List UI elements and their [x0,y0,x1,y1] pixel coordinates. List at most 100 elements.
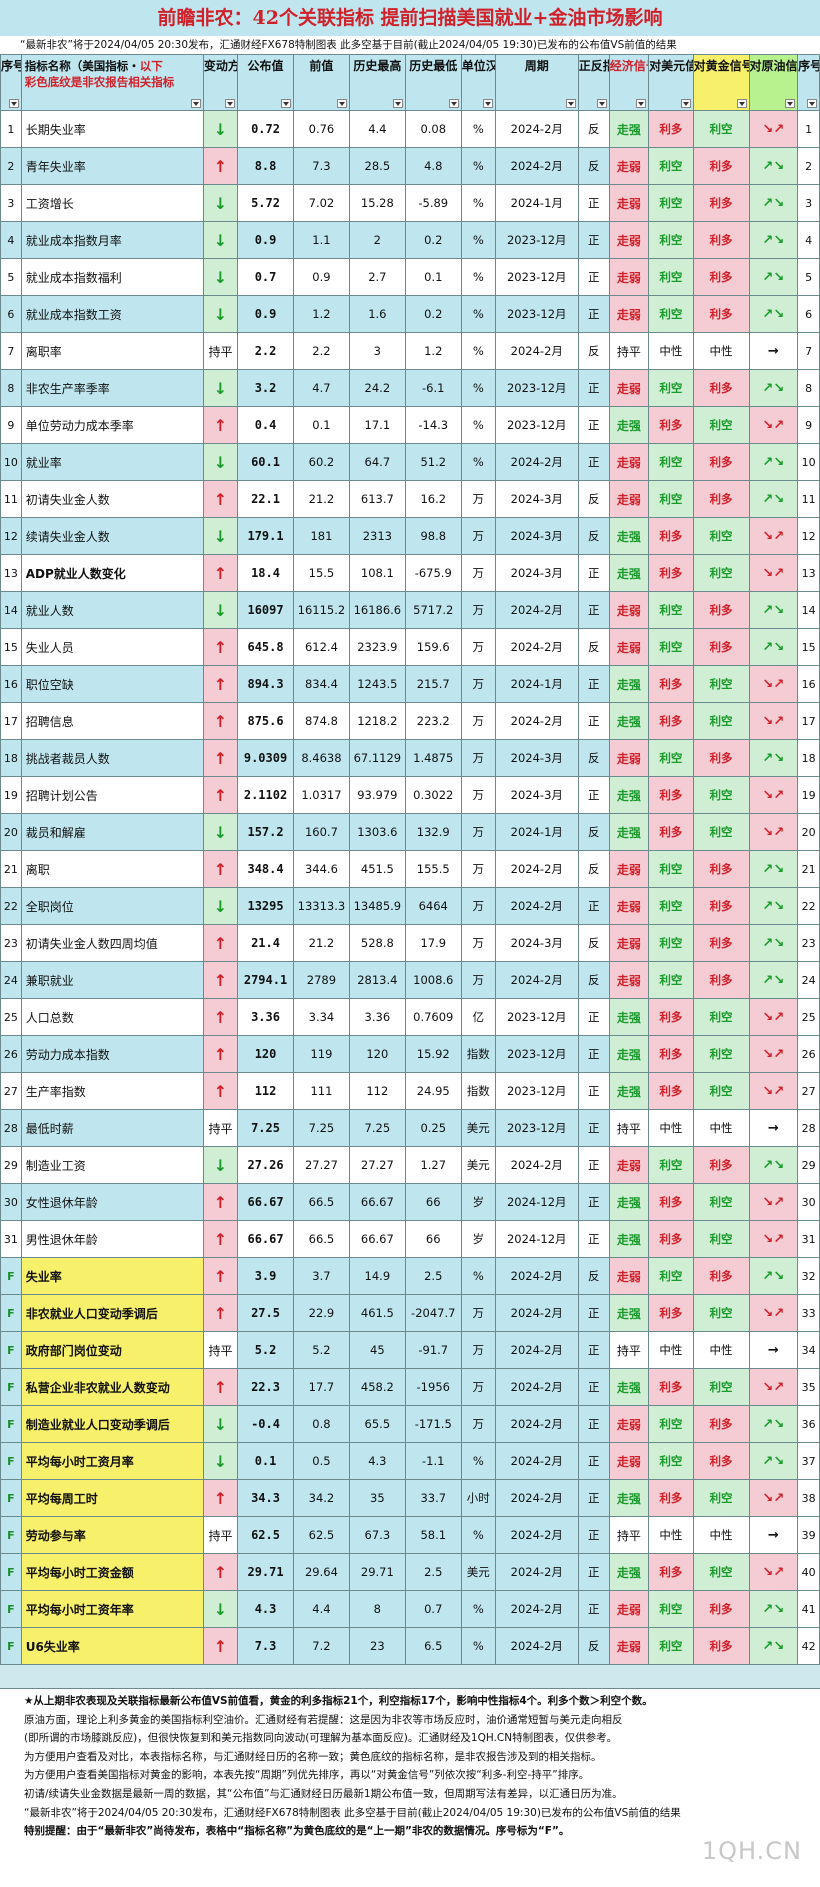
gold-signal-cell: 利空 [692,1220,750,1258]
row-number-cell: F [0,1516,22,1554]
usd-signal-cell: 利空 [648,1405,694,1443]
econ-signal-cell: 走强 [608,813,650,851]
oil-signal-cell: ↘↗ [748,1553,799,1591]
direction-cell: ↑ [202,1368,239,1406]
filter-dropdown-icon[interactable] [448,99,459,108]
filter-dropdown-icon[interactable] [280,99,291,108]
filter-dropdown-icon[interactable] [565,99,576,108]
previous-value-cell: 2789 [292,961,350,999]
period-cell: 2023-12月 [494,295,579,333]
direction-cell: ↑ [202,776,239,814]
table-row: 27 生产率指数 ↑ 112 111 112 24.95 指数 2023-12月正走强 利多 利空 ↘… [0,1072,820,1110]
row-number-right-cell: 36 [797,1405,820,1443]
history-low-cell: 1008.6 [404,961,462,999]
econ-signal-cell: 走强 [608,1479,650,1517]
sign-cell: 正 [577,1183,610,1221]
gold-signal-cell: 利多 [692,887,750,925]
filter-dropdown-icon[interactable] [807,99,817,108]
header-no[interactable]: 序号 [0,54,22,111]
note-line: 原油方面，理论上利多黄金的美国指标利空油价。汇通财经有若提醒：这是因为非农等市场… [24,1713,623,1726]
econ-signal-cell: 走弱 [608,369,650,407]
filter-dropdown-icon[interactable] [482,99,493,108]
previous-value-cell: 13313.3 [292,887,350,925]
history-high-cell: 451.5 [348,850,406,888]
period-cell: 2023-12月 [494,1072,579,1110]
oil-signal-cell: ↗↘ [748,887,799,925]
sign-cell: 反 [577,850,610,888]
gold-signal-cell: 中性 [692,1516,750,1554]
header-name[interactable]: 指标名称（美国指标・以下 彩色底纹是非农报告相关指标 [20,54,204,111]
unit-cell: % [460,1627,496,1665]
filter-dropdown-icon[interactable] [785,99,796,108]
unit-cell: 万 [460,1368,496,1406]
header-unit[interactable]: 单位汉化 [460,54,496,111]
table-row: F 私营企业非农就业人数变动 ↑ 22.3 17.7 458.2 -1956 万 2024-2月… [0,1368,820,1406]
header-direction[interactable]: 变动方向 [202,54,239,111]
header-sign[interactable]: 正反指标 [577,54,610,111]
note-line: (即所谓的市场膝跳反应)，但很快恢复到和美元指数同向波动(可理解为基本面反应)。… [24,1732,618,1745]
note-line: 特别提醒：由于“最新非农”尚待发布，表格中“指标名称”为黄色底纹的是“上一期”非… [24,1825,570,1838]
unit-cell: 万 [460,776,496,814]
history-low-cell: 1.2 [404,332,462,370]
actual-value-cell: -0.4 [237,1405,294,1443]
table-row: 29 制造业工资 ↓ 27.26 27.27 27.27 1.27 美元 2024-2月正走弱利… [0,1146,820,1184]
header-hist-low[interactable]: 历史最低 [404,54,462,111]
header-usd[interactable]: 对美元信号 [648,54,694,111]
filter-dropdown-icon[interactable] [680,99,691,108]
history-high-cell: 45 [348,1331,406,1369]
previous-value-cell: 17.7 [292,1368,350,1406]
header-no-right[interactable]: 序号 [797,54,820,111]
actual-value-cell: 27.26 [237,1146,294,1184]
header-econ[interactable]: 经济信号 [608,54,650,111]
direction-cell: ↑ [202,406,239,444]
sign-cell: 正 [577,1220,610,1258]
previous-value-cell: 5.2 [292,1331,350,1369]
filter-dropdown-icon[interactable] [596,99,607,108]
row-number-cell: F [0,1442,22,1480]
sign-cell: 正 [577,1109,610,1147]
history-high-cell: 3.36 [348,998,406,1036]
history-low-cell: 132.9 [404,813,462,851]
filter-dropdown-icon[interactable] [636,99,647,108]
filter-dropdown-icon[interactable] [736,99,747,108]
econ-signal-cell: 走强 [608,110,650,148]
gold-signal-cell: 利多 [692,1405,750,1443]
usd-signal-cell: 利空 [648,887,694,925]
filter-dropdown-icon[interactable] [190,99,201,108]
table-row: 9 单位劳动力成本季率 ↑ 0.4 0.1 17.1 -14.3% 2023-12月正走强 利多… [0,406,820,444]
actual-value-cell: 22.1 [237,480,294,518]
row-number-cell: F [0,1479,22,1517]
oil-signal-cell: ↗↘ [748,739,799,777]
gold-signal-cell: 利多 [692,850,750,888]
header-actual[interactable]: 公布值 [237,54,294,111]
usd-signal-cell: 中性 [648,1109,694,1147]
unit-cell: 万 [460,591,496,629]
econ-signal-cell: 持平 [608,1516,650,1554]
previous-value-cell: 1.2 [292,295,350,333]
filter-dropdown-icon[interactable] [392,99,403,108]
usd-signal-cell: 利空 [648,443,694,481]
filter-dropdown-icon[interactable] [336,99,347,108]
sign-cell: 正 [577,1405,610,1443]
header-hist-high[interactable]: 历史最高 [348,54,406,111]
actual-value-cell: 62.5 [237,1516,294,1554]
header-period[interactable]: 周期 [494,54,579,111]
row-number-right-cell: 17 [797,702,820,740]
history-low-cell: 33.7 [404,1479,462,1517]
history-high-cell: 2813.4 [348,961,406,999]
row-number-cell: F [0,1368,22,1406]
filter-dropdown-icon[interactable] [8,99,19,108]
header-gold[interactable]: 对黄金信号 [692,54,750,111]
header-oil[interactable]: 对原油信号 [748,54,799,111]
period-cell: 2024-3月 [494,480,579,518]
econ-signal-cell: 走弱 [608,924,650,962]
history-high-cell: 2313 [348,517,406,555]
history-high-cell: 67.3 [348,1516,406,1554]
filter-dropdown-icon[interactable] [225,99,236,108]
history-low-cell: 155.5 [404,850,462,888]
previous-value-cell: 60.2 [292,443,350,481]
header-previous[interactable]: 前值 [292,54,350,111]
table-row: 12 续请失业金人数 ↓ 179.1 181 2313 98.8 万 2024-3月反走强 利多利… [0,517,820,555]
previous-value-cell: 21.2 [292,924,350,962]
history-high-cell: 24.2 [348,369,406,407]
